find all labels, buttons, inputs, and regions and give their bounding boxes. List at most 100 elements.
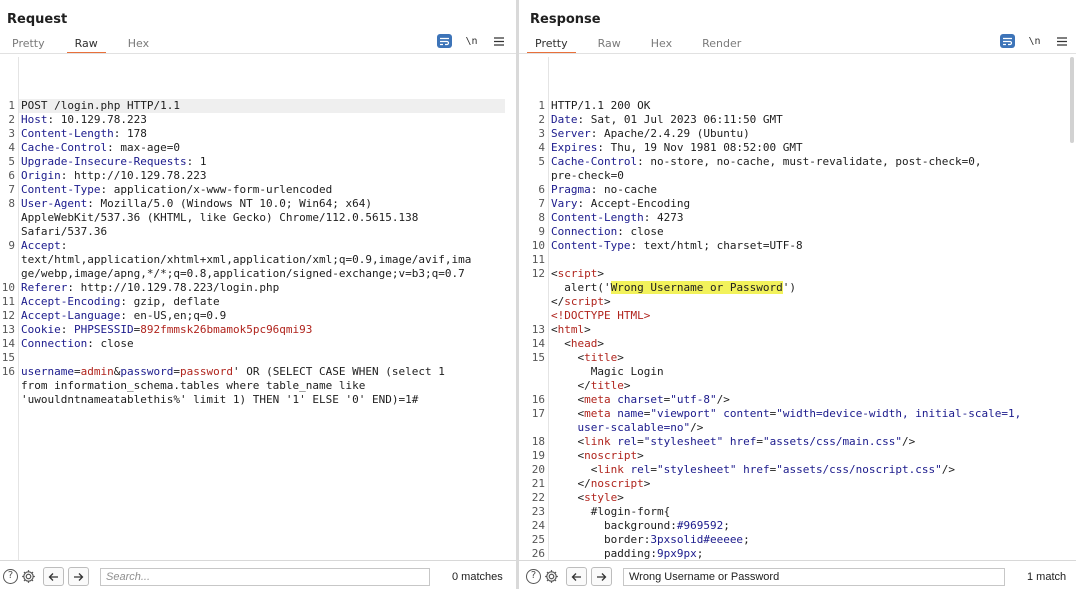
code-token: 9px9px xyxy=(656,547,697,560)
response-tab-raw[interactable]: Raw xyxy=(590,35,629,54)
line-text: Pragma: no-cache xyxy=(551,183,657,197)
response-tab-hex[interactable]: Hex xyxy=(643,35,680,54)
request-editor[interactable]: 1 POST /login.php HTTP/1.1 2 Host: 10.129.7… xyxy=(0,57,516,560)
code-token: Upgrade-Insecure-Requests xyxy=(21,155,187,168)
code-token: style xyxy=(584,491,618,504)
code-token: < xyxy=(551,407,585,420)
line-text: Safari/537.36 xyxy=(21,225,107,239)
code-token: Origin xyxy=(21,169,61,182)
line-text: </script> xyxy=(551,295,611,309)
code-token: > xyxy=(623,379,631,392)
code-token: ge/webp,image/apng,*/*;q=0.8,application… xyxy=(21,267,465,280)
code-token: < xyxy=(551,323,558,336)
code-line: 8 User-Agent: Mozilla/5.0 (Windows NT 10.… xyxy=(0,197,516,211)
response-editor[interactable]: 1 HTTP/1.1 200 OK 2 Date: Sat, 01 Jul 2023 … xyxy=(519,57,1076,560)
code-token: noscript xyxy=(590,477,644,490)
code-token: < xyxy=(551,435,585,448)
code-line: 16 username=admin&password=password' OR (… xyxy=(0,365,516,379)
code-line: 7 Content-Type: application/x-www-form-ur… xyxy=(0,183,516,197)
code-token: < xyxy=(551,491,585,504)
newline-icon[interactable]: \n xyxy=(464,34,479,48)
code-line: 11 Accept-Encoding: gzip, deflate xyxy=(0,295,516,309)
arrow-right-icon[interactable] xyxy=(68,567,89,586)
code-line: 24 background:#969592; xyxy=(519,519,1076,533)
text-wrap-icon[interactable] xyxy=(437,34,452,48)
code-token: : Accept-Encoding xyxy=(577,197,691,210)
hamburger-menu-icon[interactable] xyxy=(1054,34,1069,48)
code-token: < xyxy=(551,463,598,476)
response-tab-divider xyxy=(519,53,1076,54)
code-token: Server xyxy=(551,127,591,140)
code-token: < xyxy=(551,337,571,350)
line-number: 21 xyxy=(531,477,545,490)
response-tab-render[interactable]: Render xyxy=(694,35,749,54)
line-text: Server: Apache/2.4.29 (Ubuntu) xyxy=(551,127,750,141)
code-token: <!DOCTYPE HTML> xyxy=(551,309,651,322)
request-tabs: Pretty Raw Hex xyxy=(4,35,171,54)
code-line: 21 </noscript> xyxy=(519,477,1076,491)
line-text: <html> xyxy=(551,323,591,337)
line-text: <link rel="stylesheet" href="assets/css/… xyxy=(551,435,915,449)
gear-icon[interactable] xyxy=(544,569,559,584)
help-icon[interactable]: ? xyxy=(526,569,541,584)
code-line: 13 <html> xyxy=(519,323,1076,337)
line-text: Date: Sat, 01 Jul 2023 06:11:50 GMT xyxy=(551,113,783,127)
line-number: 26 xyxy=(531,547,545,560)
line-text: Cache-Control: no-store, no-cache, must-… xyxy=(551,155,981,169)
line-text: Referer: http://10.129.78.223/login.php xyxy=(21,281,279,295)
request-tab-raw[interactable]: Raw xyxy=(66,35,106,54)
line-number: 5 xyxy=(8,155,15,168)
code-line: AppleWebKit/537.36 (KHTML, like Gecko) C… xyxy=(0,211,516,225)
code-line: 9 Connection: close xyxy=(519,225,1076,239)
code-token: = xyxy=(756,435,763,448)
code-token: : 1 xyxy=(186,155,207,168)
line-number: 11 xyxy=(531,253,545,266)
line-text: <link rel="stylesheet" href="assets/css/… xyxy=(551,463,955,477)
code-line: 5 Upgrade-Insecure-Requests: 1 xyxy=(0,155,516,169)
code-line: 6 Origin: http://10.129.78.223 xyxy=(0,169,516,183)
line-text: Vary: Accept-Encoding xyxy=(551,197,690,211)
code-token: </ xyxy=(551,477,591,490)
code-line: 10 Content-Type: text/html; charset=UTF-8 xyxy=(519,239,1076,253)
response-scrollbar[interactable] xyxy=(1068,57,1076,145)
arrow-left-icon[interactable] xyxy=(43,567,64,586)
line-text: #login-form{ xyxy=(551,505,670,519)
code-line: 1 POST /login.php HTTP/1.1 xyxy=(8,99,505,113)
code-token: = xyxy=(637,435,644,448)
response-search-bar: ? 1 match xyxy=(519,560,1076,589)
gear-icon[interactable] xyxy=(21,569,36,584)
code-line: 17 <meta name="viewport" content="width=… xyxy=(519,407,1076,421)
request-tab-pretty[interactable]: Pretty xyxy=(4,35,53,54)
code-token: Magic Login xyxy=(551,365,664,378)
line-text: Content-Length: 178 xyxy=(21,127,147,141)
response-search-input[interactable] xyxy=(623,568,1005,586)
text-wrap-icon[interactable] xyxy=(1000,34,1015,48)
code-token: Connection xyxy=(21,337,88,350)
response-title: Response xyxy=(530,12,601,27)
request-search-input[interactable] xyxy=(100,568,430,586)
code-token: : Thu, 19 Nov 1981 08:52:00 GMT xyxy=(597,141,803,154)
arrow-left-icon[interactable] xyxy=(566,567,587,586)
line-text: <head> xyxy=(551,337,604,351)
hamburger-menu-icon[interactable] xyxy=(491,34,506,48)
help-icon[interactable]: ? xyxy=(3,569,18,584)
request-pane: Request Pretty Raw Hex \n 1 POST /login.p… xyxy=(0,0,516,589)
request-tab-hex[interactable]: Hex xyxy=(120,35,157,54)
code-line: 2 Date: Sat, 01 Jul 2023 06:11:50 GMT xyxy=(519,113,1076,127)
arrow-right-icon[interactable] xyxy=(591,567,612,586)
code-token: Cache-Control xyxy=(551,155,638,168)
code-line: text/html,application/xhtml+xml,applicat… xyxy=(0,253,516,267)
line-text: <!DOCTYPE HTML> xyxy=(551,309,650,323)
code-token: href xyxy=(729,435,757,448)
code-token: title xyxy=(590,379,624,392)
line-text: pre-check=0 xyxy=(551,169,624,183)
line-number: 9 xyxy=(8,239,15,252)
newline-icon[interactable]: \n xyxy=(1027,34,1042,48)
line-text: AppleWebKit/537.36 (KHTML, like Gecko) C… xyxy=(21,211,418,225)
scrollbar-thumb[interactable] xyxy=(1070,57,1074,143)
response-tab-pretty[interactable]: Pretty xyxy=(527,35,576,54)
code-token: Expires xyxy=(551,141,598,154)
line-text: HTTP/1.1 200 OK xyxy=(551,99,650,113)
code-token: Accept-Encoding xyxy=(21,295,121,308)
line-text: user-scalable=no"/> xyxy=(551,421,703,435)
